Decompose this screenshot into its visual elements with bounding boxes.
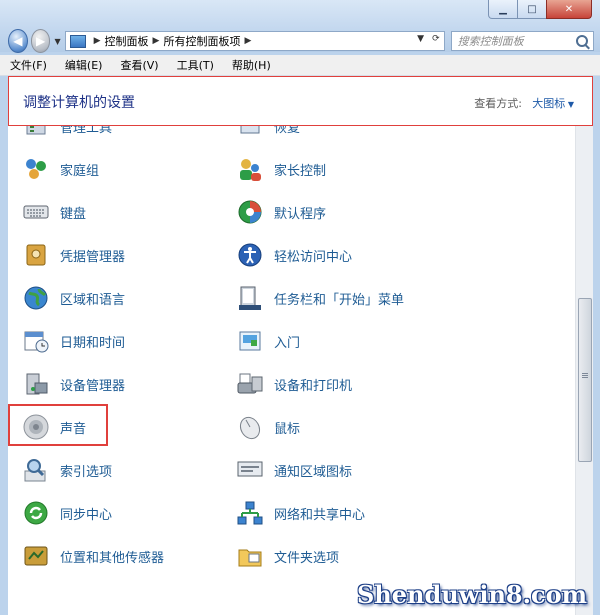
default-programs-icon — [236, 198, 264, 226]
address-dropdown-icon[interactable]: ▼ — [417, 34, 424, 44]
menu-edit[interactable]: 编辑(E) — [57, 57, 111, 73]
back-button[interactable]: ◀ — [8, 29, 28, 53]
notification-area-icon — [236, 456, 264, 484]
control-panel-item[interactable]: 凭据管理器 — [22, 239, 125, 271]
control-panel-item-label[interactable]: 鼠标 — [274, 418, 300, 437]
indexing-icon — [22, 456, 50, 484]
control-panel-item-label[interactable]: 通知区域图标 — [274, 461, 352, 480]
menu-file[interactable]: 文件(F) — [2, 57, 55, 73]
control-panel-item-label[interactable]: 凭据管理器 — [60, 246, 125, 265]
address-bar[interactable]: ▶ 控制面板 ▶ 所有控制面板项 ▶ ▼ ⟳ — [64, 31, 445, 51]
control-panel-item[interactable]: 设备和打印机 — [236, 368, 352, 400]
vertical-scrollbar[interactable] — [575, 126, 593, 615]
sound-highlight-box — [8, 404, 108, 446]
control-panel-item[interactable]: 日期和时间 — [22, 325, 125, 357]
control-panel-item-label[interactable]: 设备管理器 — [60, 375, 125, 394]
address-bar-controls: ▼ ⟳ — [417, 34, 439, 44]
control-panel-item[interactable]: 家庭组 — [22, 153, 99, 185]
control-panel-item-label[interactable]: 家庭组 — [60, 160, 99, 179]
chevron-right-icon[interactable]: ▶ — [244, 36, 251, 46]
credential-manager-icon — [22, 241, 50, 269]
control-panel-item[interactable]: 鼠标 — [236, 411, 300, 443]
control-panel-item[interactable]: 设备管理器 — [22, 368, 125, 400]
control-panel-item[interactable]: 默认程序 — [236, 196, 326, 228]
control-panel-item-label[interactable]: 家长控制 — [274, 160, 326, 179]
menu-bar: 文件(F) 编辑(E) 查看(V) 工具(T) 帮助(H) — [0, 55, 600, 76]
chevron-right-icon[interactable]: ▶ — [94, 36, 101, 46]
search-input[interactable]: 搜索控制面板 — [450, 31, 595, 51]
control-panel-item[interactable]: 网络和共享中心 — [236, 497, 365, 529]
breadcrumb-control-panel[interactable]: 控制面板 — [105, 33, 149, 49]
control-panel-item[interactable]: 任务栏和「开始」菜单 — [236, 282, 404, 314]
control-panel-item-label[interactable]: 区域和语言 — [60, 289, 125, 308]
breadcrumb-all-items[interactable]: 所有控制面板项 — [163, 33, 240, 49]
refresh-icon[interactable]: ⟳ — [432, 34, 440, 44]
minimize-button[interactable]: ▁ — [488, 0, 518, 19]
content-header: 调整计算机的设置 查看方式: 大图标 — [8, 76, 593, 126]
title-bar: ▁ □ ✕ ◀ ▶ ▼ ▶ 控制面板 ▶ 所有控制面板项 ▶ ▼ ⟳ 搜索控制面… — [0, 0, 600, 53]
window-controls: ▁ □ ✕ — [488, 0, 592, 20]
navigation-row: ◀ ▶ ▼ ▶ 控制面板 ▶ 所有控制面板项 ▶ ▼ ⟳ 搜索控制面板 — [8, 29, 595, 53]
control-panel-item[interactable]: 键盘 — [22, 196, 86, 228]
watermark: Shenduwin8.com — [356, 580, 587, 609]
control-panel-item[interactable]: 位置和其他传感器 — [22, 540, 164, 572]
control-panel-item[interactable]: 索引选项 — [22, 454, 112, 486]
control-panel-item-label[interactable]: 同步中心 — [60, 504, 112, 523]
recent-pages-dropdown-icon[interactable]: ▼ — [54, 37, 60, 46]
scrollbar-thumb[interactable] — [578, 298, 592, 462]
menu-tools[interactable]: 工具(T) — [169, 57, 222, 73]
menu-view[interactable]: 查看(V) — [112, 57, 166, 73]
device-manager-icon — [22, 370, 50, 398]
ease-of-access-icon — [236, 241, 264, 269]
control-panel-item-label[interactable]: 默认程序 — [274, 203, 326, 222]
search-placeholder: 搜索控制面板 — [457, 35, 524, 48]
control-panel-item-label[interactable]: 轻松访问中心 — [274, 246, 352, 265]
control-panel-item-label[interactable]: 日期和时间 — [60, 332, 125, 351]
maximize-button[interactable]: □ — [517, 0, 547, 19]
control-panel-item[interactable]: 同步中心 — [22, 497, 112, 529]
getting-started-icon — [236, 327, 264, 355]
control-panel-item-label[interactable]: 索引选项 — [60, 461, 112, 480]
chevron-right-icon[interactable]: ▶ — [153, 36, 160, 46]
control-panel-item[interactable]: 轻松访问中心 — [236, 239, 352, 271]
content-pane: 管理工具 家庭组 键盘 凭据管理器 区域和语言 日期和时间 设备管理器 声音 索引选项 同步中心位… — [8, 76, 593, 615]
control-panel-item-label[interactable]: 位置和其他传感器 — [60, 547, 164, 566]
taskbar-icon — [236, 284, 264, 312]
control-panel-item[interactable]: 家长控制 — [236, 153, 326, 185]
control-panel-item[interactable]: 通知区域图标 — [236, 454, 352, 486]
view-by-label: 查看方式: — [474, 97, 522, 110]
control-panel-item[interactable]: 文件夹选项 — [236, 540, 339, 572]
search-icon[interactable] — [576, 35, 589, 47]
folder-options-icon — [236, 542, 264, 570]
close-button[interactable]: ✕ — [546, 0, 592, 19]
sync-icon — [22, 499, 50, 527]
homegroup-icon — [22, 155, 50, 183]
parental-controls-icon — [236, 155, 264, 183]
control-panel-item-label[interactable]: 入门 — [274, 332, 300, 351]
control-panel-item-label[interactable]: 键盘 — [60, 203, 86, 222]
printer-icon — [236, 370, 264, 398]
page-title: 调整计算机的设置 — [23, 95, 135, 111]
control-panel-item-label[interactable]: 任务栏和「开始」菜单 — [274, 289, 404, 308]
mouse-icon — [236, 413, 264, 441]
keyboard-icon — [22, 198, 50, 226]
control-panel-item-label[interactable]: 文件夹选项 — [274, 547, 339, 566]
globe-icon — [22, 284, 50, 312]
network-icon — [236, 499, 264, 527]
view-by-dropdown[interactable]: 大图标 — [532, 95, 574, 111]
forward-button[interactable]: ▶ — [30, 29, 51, 53]
calendar-clock-icon — [22, 327, 50, 355]
control-panel-item-label[interactable]: 网络和共享中心 — [274, 504, 365, 523]
control-panel-item[interactable]: 入门 — [236, 325, 300, 357]
control-panel-item[interactable]: 区域和语言 — [22, 282, 125, 314]
sensor-icon — [22, 542, 50, 570]
control-panel-icon — [69, 34, 86, 48]
menu-help[interactable]: 帮助(H) — [224, 57, 279, 73]
control-panel-item-label[interactable]: 设备和打印机 — [274, 375, 352, 394]
